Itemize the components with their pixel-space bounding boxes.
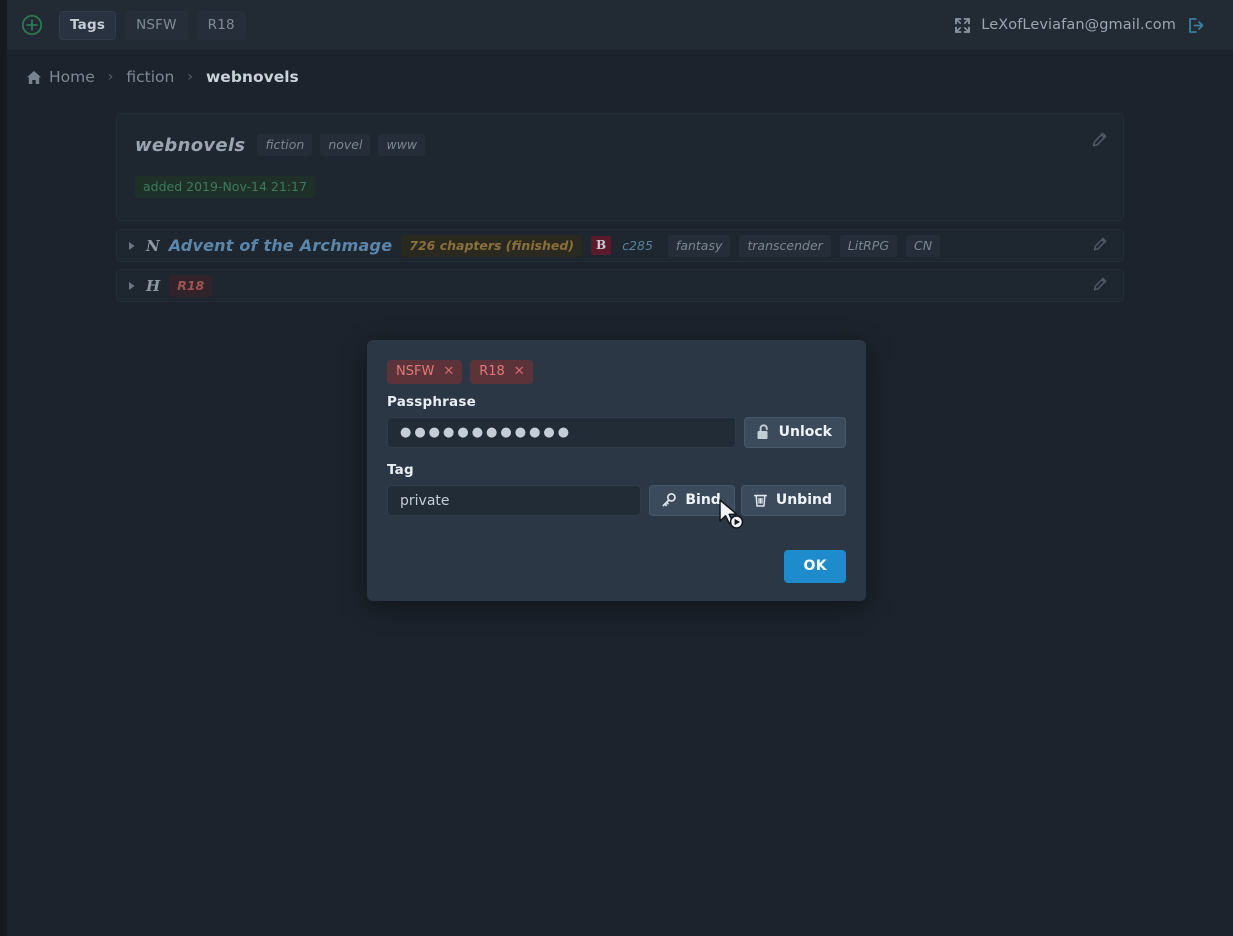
bind-button-label: Bind [685, 492, 721, 508]
tag-label: Tag [387, 462, 414, 478]
row-tag-transcender[interactable]: transcender [739, 234, 831, 257]
chapters-badge: 726 chapters (finished) [401, 234, 583, 257]
tag-row: Bind Unbind [387, 485, 846, 516]
breadcrumb-item-fiction[interactable]: fiction [122, 68, 178, 86]
user-email-label: LeXofLeviafan@gmail.com [981, 17, 1176, 33]
pencil-icon[interactable] [1093, 236, 1107, 255]
passphrase-row: Unlock [387, 417, 846, 448]
unbind-button[interactable]: Unbind [740, 485, 846, 516]
row-title[interactable]: Advent of the Archmage [169, 236, 393, 255]
caret-right-icon[interactable] [127, 281, 137, 291]
unlock-button[interactable]: Unlock [743, 417, 846, 448]
unbind-button-label: Unbind [775, 492, 832, 508]
breadcrumb-separator: › [187, 69, 193, 85]
topbar-tag-tags[interactable]: Tags [59, 10, 117, 40]
dialog-tag-r18[interactable]: R18 ✕ [470, 360, 533, 384]
tag-actions: Bind Unbind [649, 485, 846, 516]
folder-card: webnovels fiction novel www added 2019-N… [116, 113, 1124, 221]
dialog-tag-list: NSFW ✕ R18 ✕ [387, 360, 846, 384]
topbar-tag-nsfw[interactable]: NSFW [125, 10, 188, 40]
close-icon[interactable]: ✕ [443, 365, 454, 378]
folder-title: webnovels [135, 134, 246, 156]
logout-icon[interactable] [1186, 16, 1205, 35]
breadcrumb-label-home: Home [49, 68, 95, 86]
chapter-link[interactable]: c285 [620, 235, 659, 257]
unlock-padlock-icon [756, 424, 771, 440]
row-tag-fantasy[interactable]: fantasy [667, 234, 731, 257]
key-icon [661, 492, 677, 508]
folder-chip-novel[interactable]: novel [320, 134, 371, 156]
breadcrumb-item-home[interactable]: Home [22, 68, 99, 86]
ok-button[interactable]: OK [784, 550, 846, 583]
unlock-button-label: Unlock [778, 424, 832, 440]
folder-added-badge: added 2019-Nov-14 21:17 [135, 176, 315, 198]
topbar-tag-r18[interactable]: R18 [196, 10, 246, 40]
passphrase-label: Passphrase [387, 394, 476, 410]
passphrase-input[interactable] [387, 417, 736, 448]
dialog-tag-label: R18 [479, 364, 505, 379]
pencil-icon[interactable] [1093, 276, 1107, 295]
breadcrumb: Home › fiction › webnovels [7, 51, 1233, 103]
passphrase-actions: Unlock [743, 417, 846, 448]
home-icon [26, 70, 42, 85]
breadcrumb-item-webnovels: webnovels [205, 68, 299, 86]
top-bar: Tags NSFW R18 LeXofLeviafan@gmail.com [7, 0, 1233, 51]
table-row[interactable]: N Advent of the Archmage 726 chapters (f… [116, 229, 1124, 262]
topbar-right-group: LeXofLeviafan@gmail.com [954, 16, 1219, 35]
close-icon[interactable]: ✕ [514, 365, 525, 378]
pencil-icon[interactable] [1092, 132, 1107, 151]
dialog-footer: OK [387, 550, 846, 583]
row-tag-cn[interactable]: CN [906, 234, 941, 257]
tag-binding-dialog: NSFW ✕ R18 ✕ Passphrase Unlock Tag [367, 340, 866, 601]
breadcrumb-separator: › [107, 69, 114, 85]
bind-button[interactable]: Bind [649, 485, 735, 516]
tag-input[interactable] [387, 485, 642, 516]
row-tag-litrpg[interactable]: LitRPG [839, 234, 898, 257]
table-row[interactable]: H R18 [116, 269, 1124, 302]
left-rail [0, 0, 7, 936]
plus-circle-icon[interactable] [21, 14, 43, 36]
dialog-tag-nsfw[interactable]: NSFW ✕ [387, 360, 463, 384]
folder-chip-www[interactable]: www [378, 134, 426, 156]
folder-card-header: webnovels fiction novel www [135, 134, 1105, 156]
folder-chip-fiction[interactable]: fiction [257, 134, 313, 156]
caret-right-icon[interactable] [127, 241, 137, 251]
source-badge: B [591, 236, 612, 255]
site-letter: N [146, 236, 160, 255]
site-letter: H [146, 276, 161, 295]
expand-icon[interactable] [954, 17, 971, 34]
dialog-tag-label: NSFW [396, 364, 435, 379]
trash-icon [753, 492, 768, 508]
row-tag-r18[interactable]: R18 [169, 274, 213, 297]
